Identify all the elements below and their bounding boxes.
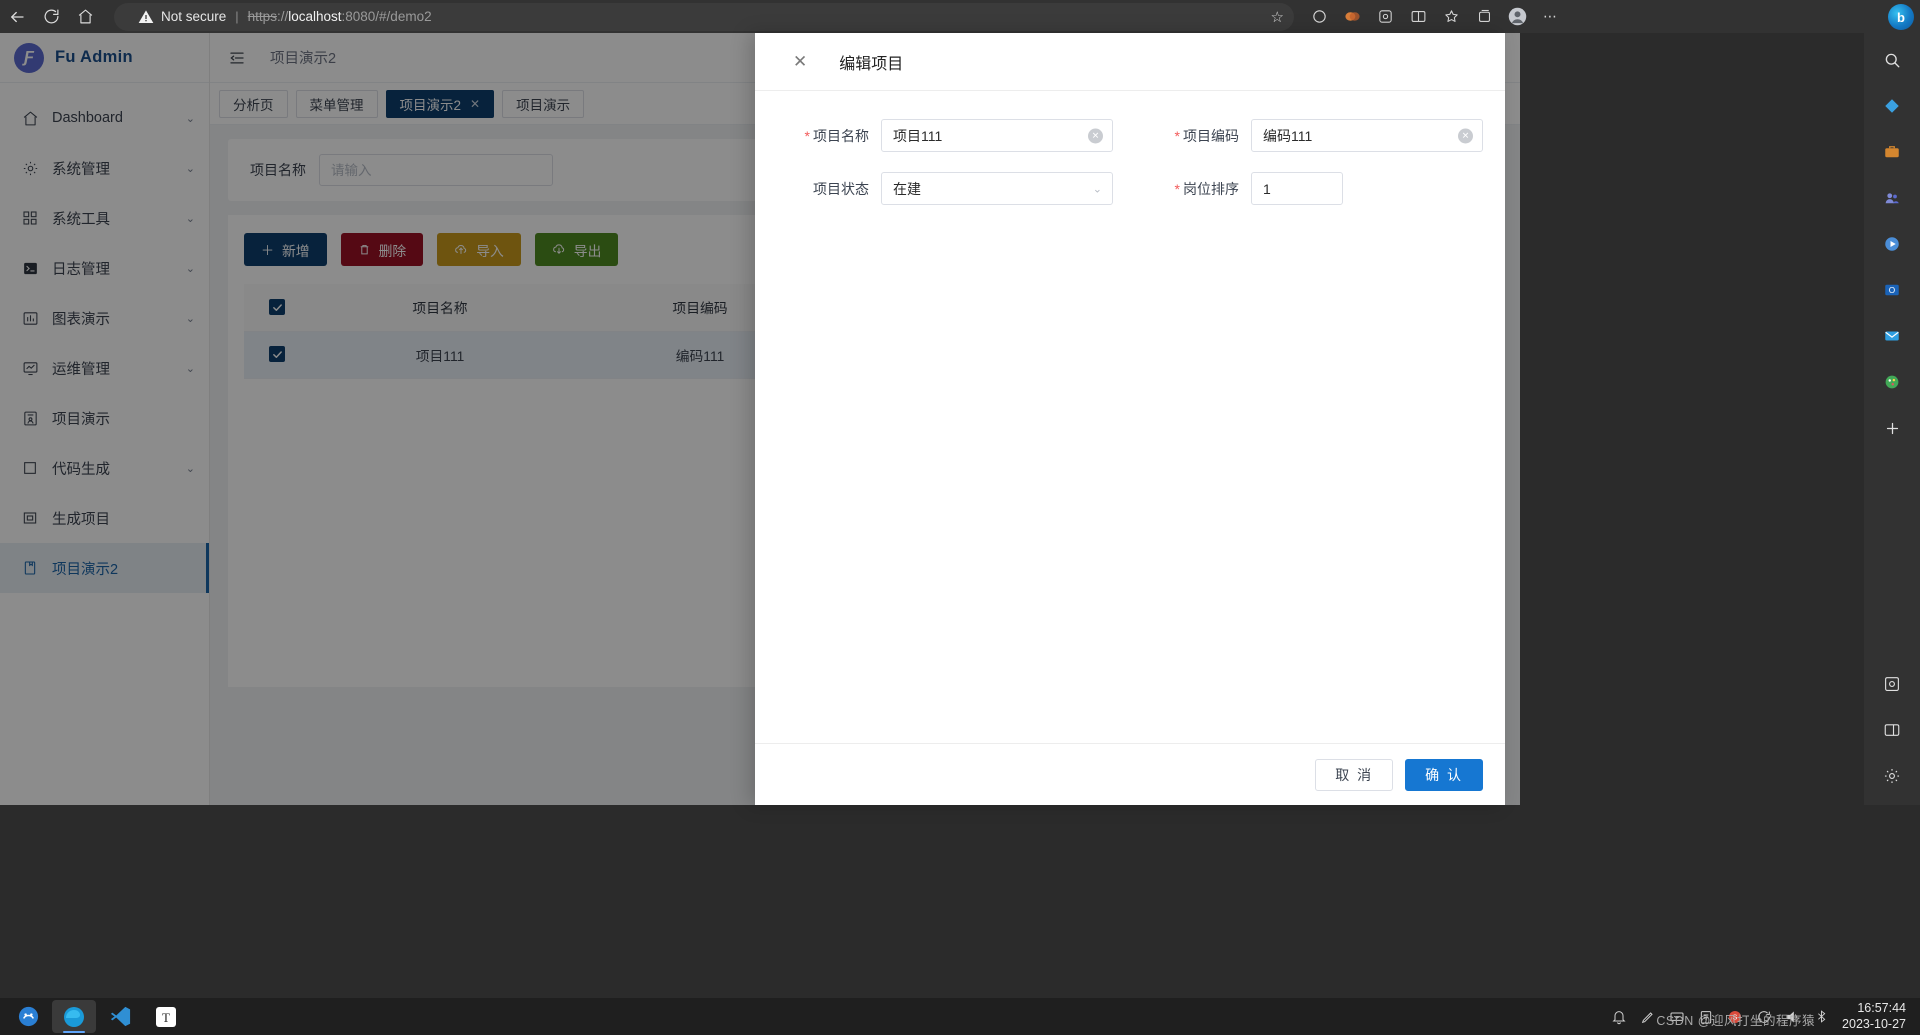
split-screen-icon[interactable] <box>1403 3 1433 31</box>
security-status-label: Not secure <box>161 9 227 24</box>
project-code-input[interactable] <box>1251 119 1483 152</box>
form-row-1: *项目名称 ✕ *项目编码 ✕ <box>777 119 1483 152</box>
windows-taskbar: T S 16:57:44 2023-10-27 CSDN @迎风打坐的程序猿 <box>0 998 1920 1035</box>
system-tray: S 16:57:44 2023-10-27 <box>1611 1001 1920 1032</box>
modal-footer: 取 消 确 认 <box>755 743 1505 805</box>
screenshot-icon[interactable] <box>1875 667 1909 701</box>
required-marker: * <box>804 127 810 144</box>
edge-vertical-sidebar: O <box>1864 33 1920 805</box>
search-icon[interactable] <box>1875 43 1909 77</box>
form-row-2: 项目状态 在建 ⌄ * 岗位排序 <box>777 172 1483 205</box>
extensions-icon[interactable] <box>1370 3 1400 31</box>
form-field-project-status: 项目状态 在建 ⌄ <box>777 172 1119 205</box>
field-label: * 项目名称 <box>777 126 869 146</box>
sort-order-control <box>1251 172 1343 205</box>
cancel-button[interactable]: 取 消 <box>1315 758 1394 791</box>
address-bar[interactable]: Not secure | https://localhost:8080/#/de… <box>114 2 1294 31</box>
browser-chrome: Not secure | https://localhost:8080/#/de… <box>0 0 1920 33</box>
back-button[interactable] <box>0 2 34 32</box>
cast-icon[interactable] <box>1669 1009 1685 1025</box>
field-label: * 项目编码 <box>1147 126 1239 146</box>
volume-icon[interactable] <box>1785 1009 1801 1025</box>
typora-icon[interactable]: T <box>144 1000 188 1033</box>
clock-time: 16:57:44 <box>1857 1000 1906 1015</box>
field-label: 项目状态 <box>777 179 869 199</box>
sync-icon[interactable] <box>1756 1009 1772 1025</box>
favorite-star-icon[interactable]: ☆ <box>1271 8 1284 26</box>
field-label: * 岗位排序 <box>1147 179 1239 199</box>
url-host: localhost <box>288 9 342 24</box>
chevron-down-icon: ⌄ <box>1092 183 1102 195</box>
form-field-sort-order: * 岗位排序 <box>1119 172 1483 205</box>
project-status-control: 在建 ⌄ <box>881 172 1113 205</box>
taskbar-apps: T <box>0 1000 188 1033</box>
sort-order-input[interactable] <box>1251 172 1343 205</box>
briefcase-icon[interactable] <box>1875 135 1909 169</box>
required-marker: * <box>1174 180 1180 197</box>
url-scheme-sep: :// <box>276 9 289 24</box>
modal-body: *项目名称 ✕ *项目编码 ✕ 项目状态 在建 ⌄ <box>755 91 1505 743</box>
split-screen-icon[interactable] <box>1875 713 1909 747</box>
more-options-icon[interactable]: ⋯ <box>1535 3 1565 31</box>
close-icon[interactable]: ✕ <box>793 53 807 70</box>
start-icon[interactable] <box>6 1000 50 1033</box>
url-scheme: https <box>247 9 277 24</box>
field-label-text: 项目状态 <box>813 180 869 197</box>
project-name-input[interactable] <box>881 119 1113 152</box>
reload-button[interactable] <box>34 2 68 32</box>
circle-icon[interactable] <box>1304 3 1334 31</box>
collections-icon[interactable] <box>1469 3 1499 31</box>
plus-icon[interactable] <box>1875 411 1909 445</box>
sogou-icon[interactable]: S <box>1727 1009 1743 1025</box>
project-status-select[interactable]: 在建 <box>881 172 1113 205</box>
modal-title: 编辑项目 <box>839 55 904 73</box>
project-name-control: ✕ <box>881 119 1113 152</box>
field-label-text: 岗位排序 <box>1183 180 1239 197</box>
profile-avatar[interactable] <box>1502 3 1532 31</box>
bluetooth-icon[interactable] <box>1814 1009 1829 1024</box>
edit-project-modal: ✕ 编辑项目 *项目名称 ✕ *项目编码 ✕ 项目状态 <box>755 33 1505 805</box>
warning-triangle-icon <box>138 9 154 23</box>
browser-toolbar-icons: ⋯ <box>1304 3 1565 31</box>
media-icon[interactable] <box>1875 227 1909 261</box>
url-path: :8080/#/demo2 <box>341 9 432 24</box>
settings-icon[interactable] <box>1875 759 1909 793</box>
vscode-icon[interactable] <box>98 1000 142 1033</box>
edge-icon[interactable] <box>52 1000 96 1033</box>
required-marker: * <box>1174 127 1180 144</box>
notify-icon[interactable] <box>1611 1009 1627 1025</box>
url-separator: | <box>235 9 239 24</box>
clock[interactable]: 16:57:44 2023-10-27 <box>1842 1001 1906 1032</box>
clipboard-icon[interactable] <box>1698 1009 1714 1025</box>
clock-date: 2023-10-27 <box>1842 1016 1906 1031</box>
people-icon[interactable] <box>1875 181 1909 215</box>
svg-text:O: O <box>1889 286 1896 295</box>
project-code-control: ✕ <box>1251 119 1483 152</box>
field-label-text: 项目编码 <box>1183 127 1239 144</box>
favorites-icon[interactable] <box>1436 3 1466 31</box>
paint-icon[interactable] <box>1875 365 1909 399</box>
svg-text:T: T <box>162 1010 170 1025</box>
outlook-icon[interactable]: O <box>1875 273 1909 307</box>
clear-icon[interactable]: ✕ <box>1458 128 1473 143</box>
mail-icon[interactable] <box>1875 319 1909 353</box>
form-field-project-code: *项目编码 ✕ <box>1119 119 1483 152</box>
modal-header: ✕ 编辑项目 <box>755 33 1505 91</box>
edge-copilot-icon[interactable]: b <box>1888 4 1914 30</box>
browser-essentials-icon[interactable] <box>1337 3 1367 31</box>
confirm-button[interactable]: 确 认 <box>1405 758 1483 791</box>
pen-icon[interactable] <box>1640 1009 1656 1025</box>
clear-icon[interactable]: ✕ <box>1088 128 1103 143</box>
form-field-project-name: *项目名称 ✕ <box>777 119 1119 152</box>
diamond-icon[interactable] <box>1875 89 1909 123</box>
svg-text:S: S <box>1733 1012 1738 1021</box>
field-label-text: 项目名称 <box>813 127 869 144</box>
home-button[interactable] <box>68 2 102 32</box>
